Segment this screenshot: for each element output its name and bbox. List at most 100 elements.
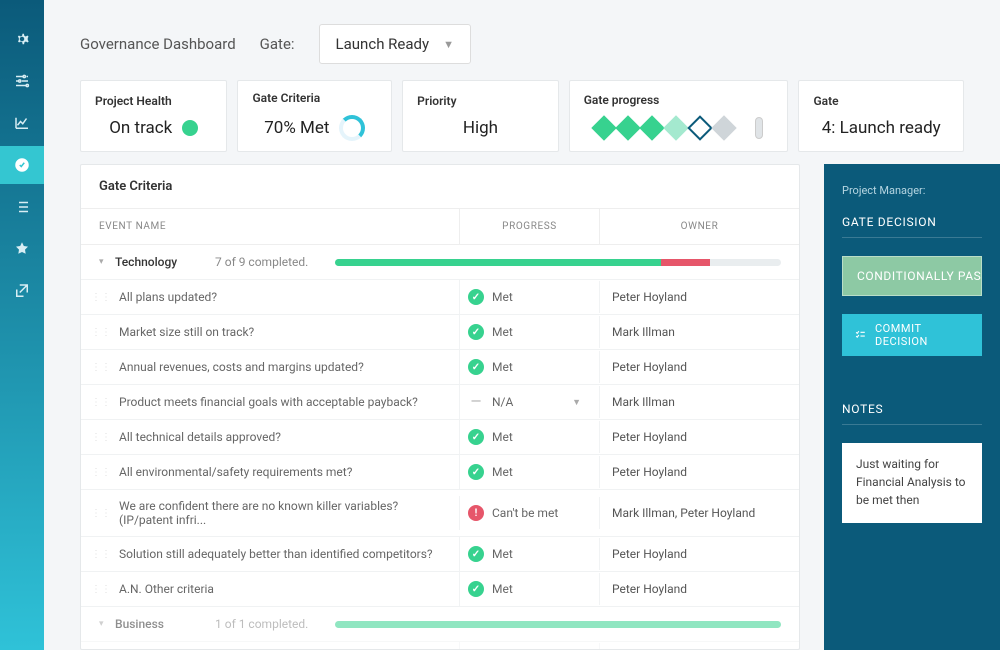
check-icon: ✓ <box>468 464 484 480</box>
diamond-filled <box>591 115 616 140</box>
progress-label: Met <box>492 465 513 479</box>
table-row[interactable]: ⋮⋮ Product still meets financial goals w… <box>81 642 799 650</box>
drag-handle-icon[interactable]: ⋮⋮ <box>91 327 105 338</box>
share-icon <box>13 282 31 300</box>
progress-cell[interactable]: — N/A ▼ <box>459 385 599 419</box>
progress-label: N/A <box>492 395 513 409</box>
commit-decision-button[interactable]: COMMIT DECISION <box>842 314 982 356</box>
group-progress-bar <box>335 621 781 628</box>
chevron-down-icon: ▾ <box>99 619 115 629</box>
progress-cell[interactable]: ✓ Met <box>459 537 599 571</box>
drag-handle-icon[interactable]: ⋮⋮ <box>91 432 105 443</box>
event-name: All environmental/safety requirements me… <box>105 456 459 488</box>
progress-cell[interactable]: ✓ Met <box>459 572 599 606</box>
nav-sliders[interactable] <box>0 62 44 100</box>
table-row[interactable]: ⋮⋮ All plans updated? ✓Met Peter Hoyland <box>81 280 799 315</box>
table-row[interactable]: ⋮⋮ We are confident there are no known k… <box>81 490 799 537</box>
gate-progress-diamonds <box>595 119 733 137</box>
gate-decision-title: GATE DECISION <box>842 215 982 238</box>
group-row[interactable]: ▾ Business 1 of 1 completed. <box>81 607 799 642</box>
check-icon: ✓ <box>468 546 484 562</box>
chevron-down-icon: ▾ <box>99 257 115 267</box>
owner-cell: Mark Illman <box>599 386 799 418</box>
card-title: Priority <box>417 94 544 108</box>
drag-handle-icon[interactable]: ⋮⋮ <box>91 584 105 595</box>
card-project-health: Project Health On track <box>80 80 227 152</box>
check-icon: ✓ <box>468 324 484 340</box>
progress-label: Met <box>492 547 513 561</box>
drag-handle-icon[interactable]: ⋮⋮ <box>91 397 105 408</box>
drag-handle-icon[interactable]: ⋮⋮ <box>91 549 105 560</box>
table-row[interactable]: ⋮⋮ Solution still adequately better than… <box>81 537 799 572</box>
gate-value: 4: Launch ready <box>813 118 949 138</box>
progress-label: Met <box>492 325 513 339</box>
drag-handle-icon[interactable]: ⋮⋮ <box>91 508 105 519</box>
table-row[interactable]: ⋮⋮ Annual revenues, costs and margins up… <box>81 350 799 385</box>
nav-check[interactable] <box>0 146 44 184</box>
nav-settings[interactable] <box>0 20 44 58</box>
pm-label: Project Manager: <box>842 184 982 197</box>
col-owner: OWNER <box>599 209 799 244</box>
event-name: Solution still adequately better than id… <box>105 538 459 570</box>
nav-star[interactable] <box>0 230 44 268</box>
card-gate-criteria: Gate Criteria 70% Met <box>237 80 392 152</box>
card-title: Project Health <box>95 94 212 108</box>
table-row[interactable]: ⋮⋮ Market size still on track? ✓ Met Mark… <box>81 315 799 350</box>
owner-cell: Peter Hoyland <box>599 538 799 570</box>
table-row[interactable]: ⋮⋮ Product meets financial goals with ac… <box>81 385 799 420</box>
progress-ring-icon <box>339 115 365 141</box>
na-icon: — <box>468 394 484 410</box>
progress-label: Met <box>492 582 513 596</box>
owner-cell: Mark Illman <box>599 643 799 650</box>
group-row[interactable]: ▾ Technology 7 of 9 completed. <box>81 245 799 280</box>
diamond-outline <box>687 115 712 140</box>
card-gate-progress: Gate progress <box>569 80 789 152</box>
check-icon: ✓ <box>468 429 484 445</box>
col-progress: PROGRESS <box>459 209 599 244</box>
page-title: Governance Dashboard <box>80 35 236 53</box>
drag-handle-icon[interactable]: ⋮⋮ <box>91 292 105 303</box>
progress-cell[interactable]: ✓ Met <box>459 315 599 349</box>
owner-cell: Peter Hoyland <box>599 421 799 453</box>
table-row[interactable]: ⋮⋮ All environmental/safety requirements… <box>81 455 799 490</box>
check-icon: ✓ <box>468 581 484 597</box>
table-row[interactable]: ⋮⋮ A.N. Other criteria ✓Met Peter Hoylan… <box>81 572 799 607</box>
list-icon <box>13 198 31 216</box>
progress-cell[interactable]: ✓Met <box>459 642 599 650</box>
commit-label: COMMIT DECISION <box>875 322 970 348</box>
progress-cell[interactable]: ✓Met <box>459 350 599 384</box>
conditionally-pass-button[interactable]: CONDITIONALLY PASS <box>842 256 982 296</box>
gear-icon <box>13 30 31 48</box>
chevron-down-icon[interactable]: ▼ <box>572 397 581 408</box>
status-dot-green <box>182 120 198 136</box>
summary-cards: Project Health On track Gate Criteria 70… <box>44 80 1000 164</box>
card-title: Gate progress <box>584 93 774 107</box>
progress-cell[interactable]: !Can't be met <box>459 496 599 530</box>
event-name: Market size still on track? <box>105 316 459 348</box>
owner-cell: Mark Illman, Peter Hoyland <box>599 497 799 529</box>
event-name: We are confident there are no known kill… <box>105 490 459 536</box>
progress-cell[interactable]: ✓ Met <box>459 455 599 489</box>
progress-cell[interactable]: ✓Met <box>459 420 599 454</box>
gate-select[interactable]: Launch Ready ▼ <box>319 24 471 64</box>
nav-share[interactable] <box>0 272 44 310</box>
owner-cell: Mark Illman <box>599 316 799 348</box>
gate-criteria-panel: Gate Criteria EVENT NAME PROGRESS OWNER … <box>80 164 800 650</box>
progress-label: Met <box>492 290 513 304</box>
group-name: Technology <box>115 255 215 269</box>
topbar: Governance Dashboard Gate: Launch Ready … <box>44 0 1000 80</box>
table-row[interactable]: ⋮⋮ All technical details approved? ✓Met … <box>81 420 799 455</box>
scroll-hint[interactable] <box>755 117 763 139</box>
health-value: On track <box>109 118 172 138</box>
notes-textarea[interactable]: Just waiting for Financial Analysis to b… <box>842 443 982 523</box>
nav-chart[interactable] <box>0 104 44 142</box>
group-status: 7 of 9 completed. <box>215 255 335 269</box>
progress-cell[interactable]: ✓Met <box>459 280 599 314</box>
drag-handle-icon[interactable]: ⋮⋮ <box>91 362 105 373</box>
owner-cell: Peter Hoyland <box>599 281 799 313</box>
check-icon: ✓ <box>468 359 484 375</box>
drag-handle-icon[interactable]: ⋮⋮ <box>91 467 105 478</box>
event-name: All plans updated? <box>105 281 459 313</box>
criteria-value: 70% Met <box>264 118 329 138</box>
nav-list[interactable] <box>0 188 44 226</box>
